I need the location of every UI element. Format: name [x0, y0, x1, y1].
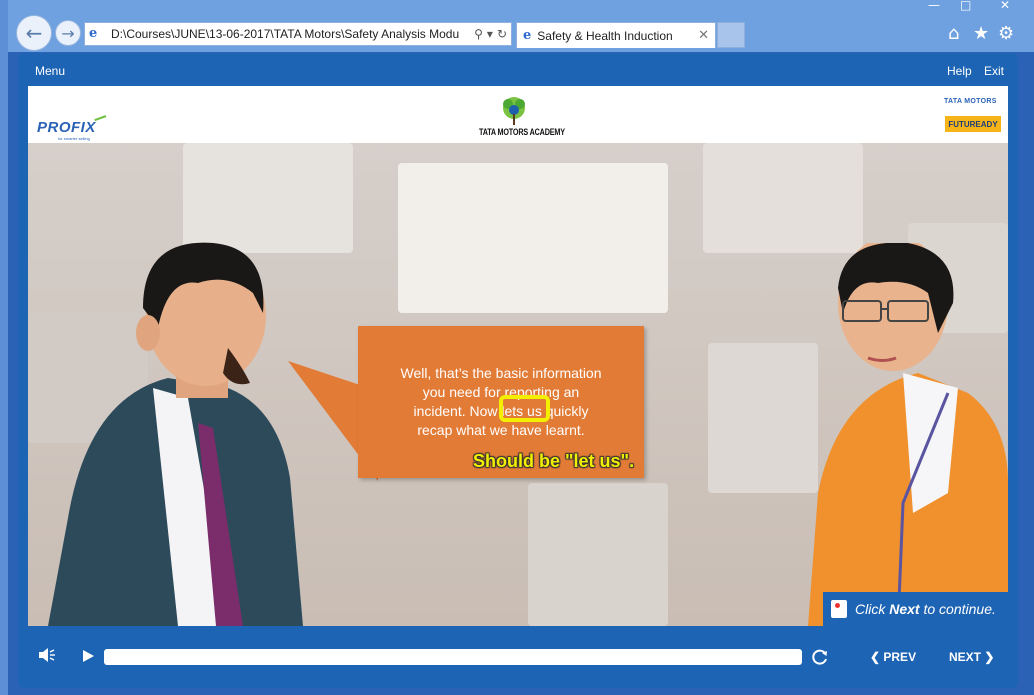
background-frame	[528, 483, 668, 626]
progress-bar[interactable]	[104, 649, 802, 665]
academy-tree-icon	[503, 97, 525, 125]
academy-name: TATA MOTORS ACADEMY	[479, 127, 565, 137]
scene-stage: Well, that’s the basic information you n…	[28, 143, 1008, 626]
prev-label: PREV	[883, 650, 917, 664]
click-next-text: Click Next to continue.	[855, 601, 996, 617]
next-label: NEXT	[949, 650, 982, 664]
tab-title: Safety & Health Induction	[537, 28, 673, 43]
course-player: Menu Help Exit PROFIX for smarter sellin…	[18, 53, 1018, 688]
profix-tagline: for smarter selling	[58, 136, 90, 141]
menu-button[interactable]: Menu	[35, 64, 65, 78]
tata-motors-logo: TATA MOTORS	[944, 98, 997, 105]
profix-swoosh-icon	[94, 115, 108, 125]
ie-tab-icon: e	[523, 28, 532, 43]
chevron-left-icon: ❮	[870, 650, 884, 664]
background-frame	[183, 143, 353, 253]
forward-arrow-icon: →	[61, 23, 75, 43]
chevron-right-icon: ❯	[981, 650, 995, 664]
forward-button[interactable]: →	[55, 20, 81, 46]
dropdown-icon[interactable]: ▾	[487, 27, 493, 41]
click-next-prefix: Click	[855, 601, 890, 617]
futuready-badge: FUTUREADY	[945, 116, 1001, 132]
back-button[interactable]: ←	[16, 15, 52, 51]
home-icon[interactable]: ⌂	[948, 23, 959, 44]
background-frame	[398, 163, 668, 313]
click-next-suffix: to continue.	[919, 601, 996, 617]
new-tab-button[interactable]	[717, 22, 745, 48]
search-icon[interactable]: ⚲	[474, 27, 483, 41]
exit-button[interactable]: Exit	[984, 64, 1004, 78]
review-annotation: Should be "let us".	[473, 451, 635, 471]
back-arrow-icon: ←	[25, 21, 43, 45]
star-icon[interactable]: ★	[973, 23, 989, 44]
play-icon[interactable]	[81, 649, 95, 663]
course-header: PROFIX for smarter selling TATA MOTORS A…	[28, 86, 1008, 143]
click-next-banner[interactable]: Click Next to continue.	[823, 592, 1008, 626]
address-bar[interactable]: e D:\Courses\JUNE\13-06-2017\TATA Motors…	[84, 22, 512, 46]
volume-icon[interactable]	[38, 647, 56, 663]
close-window-icon[interactable]: ✕	[1000, 0, 1010, 12]
tab-close-icon[interactable]: ✕	[698, 28, 709, 43]
background-frame	[708, 343, 818, 493]
click-next-bold: Next	[889, 601, 920, 617]
gear-icon[interactable]: ⚙	[998, 23, 1014, 44]
refresh-icon[interactable]: ↻	[497, 27, 507, 41]
browser-tab[interactable]: e Safety & Health Induction ✕	[516, 22, 716, 48]
help-button[interactable]: Help	[947, 64, 972, 78]
listener-man-right	[808, 243, 1008, 626]
replay-icon[interactable]	[811, 648, 829, 666]
maximize-icon[interactable]: □	[960, 0, 971, 12]
window-edge	[0, 0, 8, 695]
speech-line: Well, that’s the basic information	[400, 365, 602, 381]
next-button[interactable]: NEXT ❯	[949, 650, 994, 664]
presenter-man-left	[48, 242, 303, 626]
ie-page-icon: e	[89, 26, 98, 41]
speech-line: recap what we have learnt.	[417, 422, 585, 438]
profix-logo: PROFIX	[37, 119, 96, 136]
address-text[interactable]: D:\Courses\JUNE\13-06-2017\TATA Motors\S…	[111, 27, 470, 41]
click-hand-icon	[831, 600, 847, 618]
minimize-icon[interactable]: —	[928, 0, 940, 12]
error-highlight-box	[499, 395, 550, 422]
prev-button[interactable]: ❮ PREV	[870, 650, 916, 664]
background-frame	[703, 143, 863, 253]
